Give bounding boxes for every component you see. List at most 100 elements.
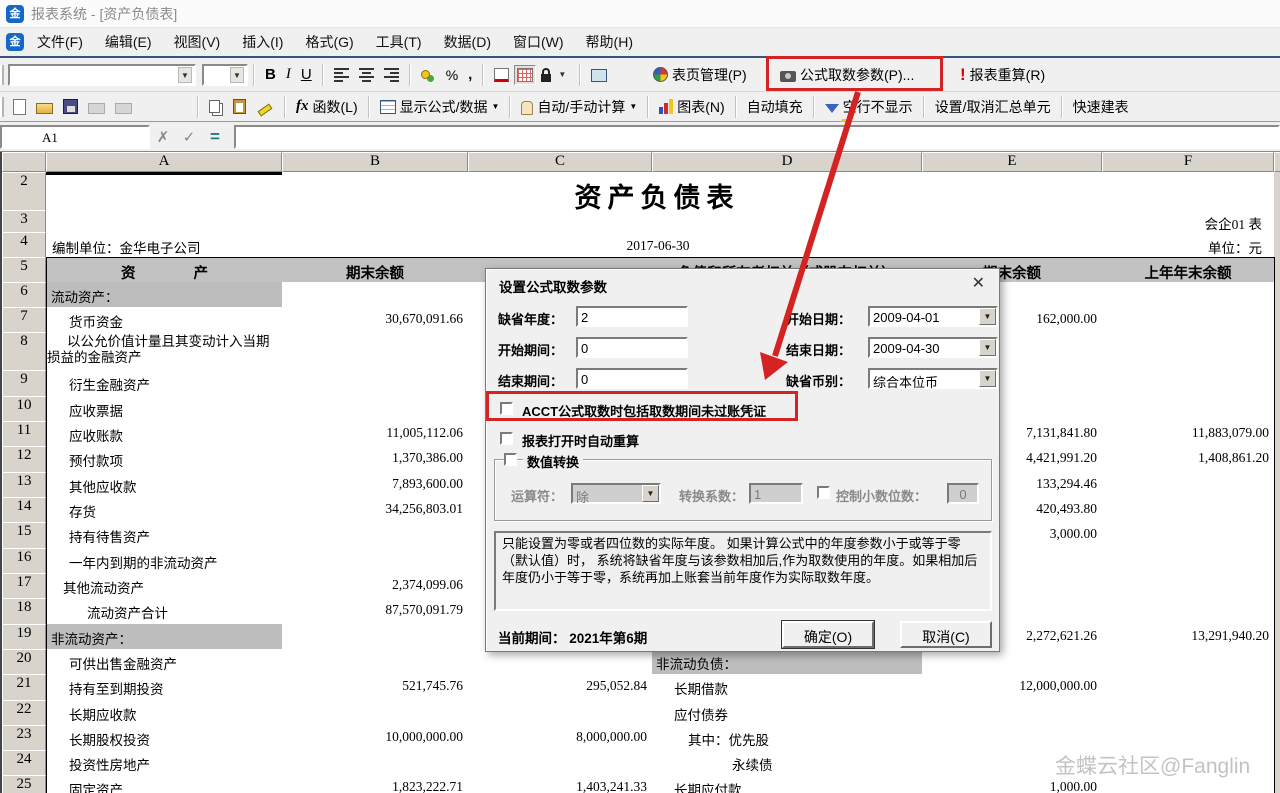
cell-A23[interactable]: 长期股权投资 — [46, 725, 283, 751]
cell-F8[interactable] — [1102, 332, 1275, 371]
cell-D21[interactable]: 长期借款 — [652, 674, 923, 701]
cell-B6[interactable] — [282, 282, 469, 308]
chevron-down-icon[interactable]: ▼ — [979, 339, 996, 356]
print-button[interactable] — [83, 97, 110, 116]
cell-A17[interactable]: 其他流动资产 — [46, 573, 283, 599]
cell-B11[interactable]: 11,005,112.06 — [282, 421, 469, 447]
paste-button[interactable] — [228, 97, 251, 116]
start-period-input[interactable]: 0 — [576, 337, 688, 358]
row-header-11[interactable]: 11 — [2, 421, 46, 447]
cell-F15[interactable] — [1102, 522, 1275, 549]
save-button[interactable] — [58, 97, 83, 116]
border-button[interactable] — [489, 66, 514, 84]
cell-E22[interactable] — [922, 700, 1103, 726]
cell-C23[interactable]: 8,000,000.00 — [468, 725, 653, 751]
cell-A13[interactable]: 其他应收款 — [46, 472, 283, 498]
menu-item-5[interactable]: 工具(T) — [367, 29, 431, 55]
row-header-18[interactable]: 18 — [2, 598, 46, 625]
column-header-C[interactable]: C — [468, 152, 652, 172]
cell-F21[interactable] — [1102, 674, 1275, 701]
row-header-2[interactable]: 2 — [2, 172, 46, 211]
function-button[interactable]: fx函数(L) — [291, 95, 363, 119]
chevron-down-icon[interactable]: ▼ — [492, 102, 500, 111]
menu-item-8[interactable]: 帮助(H) — [577, 29, 642, 55]
grid-corner[interactable] — [2, 152, 46, 172]
cell-F23[interactable] — [1102, 725, 1275, 751]
open-button[interactable] — [31, 97, 58, 116]
cell-B15[interactable] — [282, 522, 469, 549]
row-header-16[interactable]: 16 — [2, 548, 46, 574]
cell-B22[interactable] — [282, 700, 469, 726]
cell-A11[interactable]: 应收账款 — [46, 421, 283, 447]
close-icon[interactable]: ✕ — [972, 273, 985, 293]
cell-C24[interactable] — [468, 750, 653, 776]
row-header-24[interactable]: 24 — [2, 750, 46, 776]
cell-B24[interactable] — [282, 750, 469, 776]
cell-B20[interactable] — [282, 649, 469, 675]
print-preview-button[interactable] — [110, 97, 137, 116]
cell-F9[interactable] — [1102, 370, 1275, 397]
end-date-dropdown[interactable]: 2009-04-30▼ — [868, 337, 998, 358]
cell-A21[interactable]: 持有至到期投资 — [46, 674, 283, 701]
column-header-E[interactable]: E — [922, 152, 1102, 172]
new-button[interactable] — [8, 97, 31, 117]
menu-item-3[interactable]: 插入(I) — [233, 29, 292, 55]
lock-cell-button[interactable]: ▼ — [536, 65, 574, 85]
cell-A12[interactable]: 预付款项 — [46, 446, 283, 473]
default-year-input[interactable]: 2 — [576, 306, 688, 327]
font-combo[interactable]: ▼ — [8, 64, 196, 86]
cell-B5[interactable]: 期末余额 — [282, 257, 469, 283]
cell-F6[interactable] — [1102, 282, 1275, 308]
column-header-F[interactable]: F — [1102, 152, 1274, 172]
cell-F16[interactable] — [1102, 548, 1275, 574]
gridline-toggle-button[interactable] — [514, 65, 536, 85]
column-header-B[interactable]: B — [282, 152, 468, 172]
cancel-button[interactable]: 取消(C) — [900, 621, 992, 648]
auto-recalc-checkbox[interactable] — [500, 432, 513, 445]
cell-B14[interactable]: 34,256,803.01 — [282, 497, 469, 523]
cell-F13[interactable] — [1102, 472, 1275, 498]
copy-button[interactable] — [204, 98, 228, 115]
cell-F5[interactable]: 上年年末余额 — [1102, 257, 1275, 283]
row-header-13[interactable]: 13 — [2, 472, 46, 498]
cell-C22[interactable] — [468, 700, 653, 726]
hide-empty-rows-button[interactable]: 空行不显示 — [820, 95, 918, 119]
cell-E23[interactable] — [922, 725, 1103, 751]
cell-A20[interactable]: 可供出售金融资产 — [46, 649, 283, 675]
cell-F20[interactable] — [1102, 649, 1275, 675]
numeric-convert-checkbox[interactable] — [504, 453, 517, 466]
cell-F11[interactable]: 11,883,079.00 — [1102, 421, 1275, 447]
cell-B10[interactable] — [282, 396, 469, 422]
currency-style-button[interactable] — [416, 68, 441, 81]
row-header-25[interactable]: 25 — [2, 775, 46, 793]
cell-A7[interactable]: 货币资金 — [46, 307, 283, 333]
percent-style-button[interactable]: % — [441, 65, 463, 85]
toolbar-grip[interactable] — [0, 65, 4, 85]
sheet-manage-button[interactable]: 表页管理(P) — [648, 63, 752, 87]
menu-item-2[interactable]: 视图(V) — [165, 29, 230, 55]
cell-D20[interactable]: 非流动负债： — [652, 649, 923, 675]
cell-F12[interactable]: 1,408,861.20 — [1102, 446, 1275, 473]
chevron-down-icon[interactable]: ▼ — [979, 308, 996, 325]
column-header-D[interactable]: D — [652, 152, 922, 172]
confirm-entry-icon[interactable]: ✓ — [176, 128, 202, 146]
fontsize-combo[interactable]: ▼ — [202, 64, 248, 86]
column-header-A[interactable]: A — [46, 152, 282, 172]
row-header-5[interactable]: 5 — [2, 257, 46, 283]
comma-style-button[interactable]: , — [463, 64, 477, 85]
cell-B8[interactable] — [282, 332, 469, 371]
row-header-22[interactable]: 22 — [2, 700, 46, 726]
row-header-19[interactable]: 19 — [2, 624, 46, 650]
row-header-6[interactable]: 6 — [2, 282, 46, 308]
cell-D23[interactable]: 其中：优先股 — [652, 725, 923, 751]
menu-item-6[interactable]: 数据(D) — [435, 29, 500, 55]
currency-dropdown[interactable]: 综合本位币▼ — [868, 368, 998, 389]
align-left-button[interactable] — [329, 66, 354, 84]
cell-B23[interactable]: 10,000,000.00 — [282, 725, 469, 751]
autofill-button[interactable]: 自动填充 — [742, 95, 808, 119]
cell-E21[interactable]: 12,000,000.00 — [922, 674, 1103, 701]
row-header-15[interactable]: 15 — [2, 522, 46, 549]
row-header-21[interactable]: 21 — [2, 674, 46, 701]
cell-B17[interactable]: 2,374,099.06 — [282, 573, 469, 599]
cell-D24[interactable]: 永续债 — [652, 750, 923, 776]
